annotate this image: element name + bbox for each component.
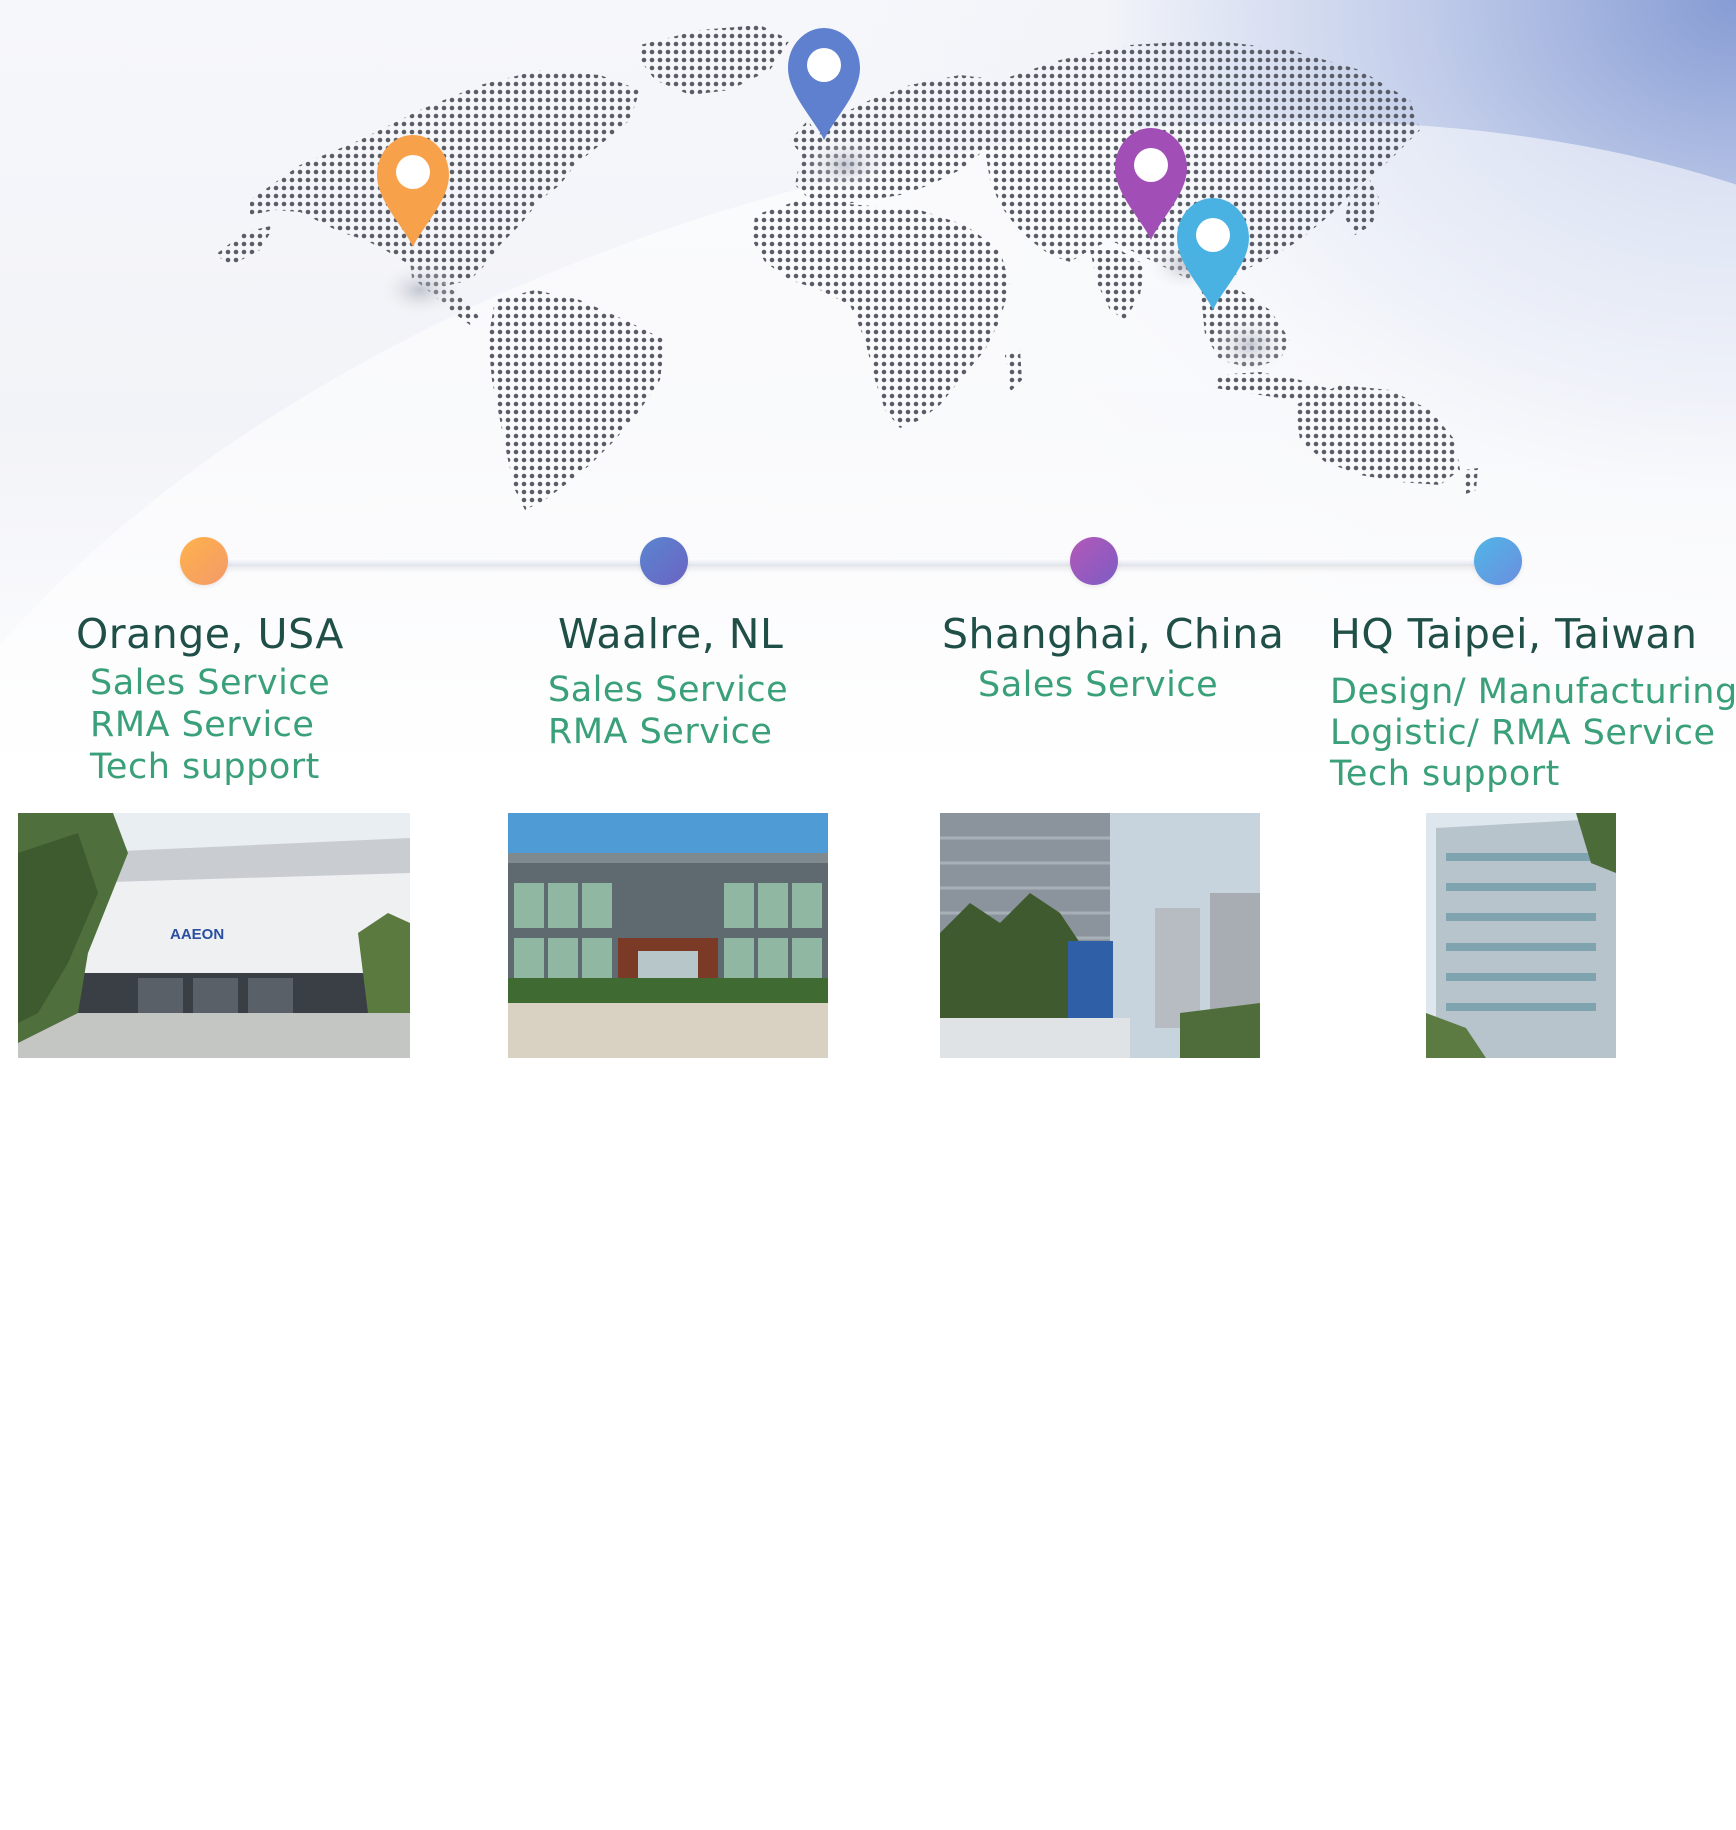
- location-title-shanghai: Shanghai, China: [942, 610, 1285, 658]
- continent-greenland: [640, 25, 790, 95]
- service-item: RMA Service: [90, 705, 315, 745]
- services-list-waalre: Sales Service RMA Service: [548, 669, 788, 753]
- timeline-line: [200, 558, 1520, 566]
- world-map: [215, 25, 1478, 510]
- continent-madagascar: [1005, 350, 1022, 392]
- service-item: Sales Service: [90, 663, 331, 703]
- continent-south-america: [488, 290, 665, 510]
- service-item: Tech support: [90, 747, 320, 787]
- pin-shadow-waalre: [803, 137, 887, 193]
- location-title-orange: Orange, USA: [76, 610, 344, 658]
- continent-australia: [1295, 385, 1460, 485]
- service-item: Design/ Manufacturing: [1330, 672, 1736, 712]
- continent-new-zealand: [1465, 468, 1478, 494]
- timeline-dot-taipei: [1474, 537, 1522, 585]
- timeline-dot-orange: [180, 537, 228, 585]
- timeline-dot-waalre: [640, 537, 688, 585]
- services-list-taipei: Design/ Manufacturing Logistic/ RMA Serv…: [1330, 672, 1736, 795]
- pin-shadow-taipei: [1208, 315, 1292, 375]
- service-item: Logistic/ RMA Service: [1330, 713, 1716, 753]
- office-photo-orange: AAEON: [18, 813, 410, 1058]
- continent-india: [1090, 250, 1145, 320]
- timeline-dot-shanghai: [1070, 537, 1118, 585]
- service-item: Sales Service: [978, 665, 1219, 705]
- service-item: RMA Service: [548, 712, 773, 752]
- services-list-orange: Sales Service RMA Service Tech support: [90, 662, 330, 788]
- location-title-waalre: Waalre, NL: [558, 610, 784, 658]
- office-photo-taipei: [1426, 813, 1616, 1058]
- office-photo-waalre: [508, 813, 828, 1058]
- service-item: Tech support: [1330, 754, 1560, 794]
- continent-africa: [752, 200, 1010, 428]
- office-photo-shanghai: [940, 813, 1260, 1058]
- service-item: Sales Service: [548, 670, 789, 710]
- pin-shadow-orange: [375, 260, 465, 320]
- building-sign: AAEON: [170, 926, 224, 943]
- location-title-taipei: HQ Taipei, Taiwan: [1330, 610, 1698, 658]
- continent-alaska: [215, 225, 275, 265]
- services-list-shanghai: Sales Service: [978, 664, 1218, 706]
